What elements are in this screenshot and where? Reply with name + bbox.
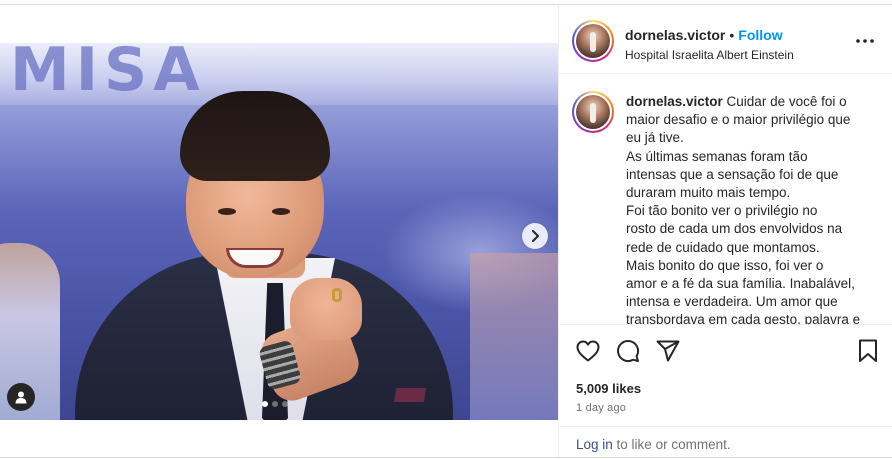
caption-line: As últimas semanas foram tão bbox=[626, 148, 876, 166]
caption-line: intensa e verdadeira. Um amor que bbox=[626, 293, 876, 311]
comment-button[interactable] bbox=[615, 338, 641, 364]
like-button[interactable] bbox=[575, 338, 601, 364]
caption-avatar[interactable] bbox=[572, 91, 614, 133]
post-actions: 5,009 likes 1 day ago Log in to like or … bbox=[559, 326, 892, 456]
left-eye bbox=[218, 208, 236, 215]
caption-username[interactable]: dornelas.victor bbox=[626, 94, 723, 109]
pocket-square bbox=[393, 388, 427, 402]
author-username[interactable]: dornelas.victor bbox=[625, 27, 725, 43]
caption-line-text: Cuidar de você foi o bbox=[726, 94, 847, 109]
caption-line: rosto de cada um dos envolvidos na bbox=[626, 220, 876, 238]
caption-line-text: duraram muito mais tempo. bbox=[626, 185, 791, 201]
post-sidebar: dornelas.victor • Follow Hospital Israelit… bbox=[558, 5, 892, 457]
post-header: dornelas.victor • Follow Hospital Israelit… bbox=[559, 5, 892, 74]
stage-banner-text: MISA bbox=[10, 43, 206, 105]
heart-icon bbox=[576, 340, 600, 362]
post-photo[interactable]: MISA bbox=[0, 43, 558, 420]
login-prompt: Log in to like or comment. bbox=[559, 426, 892, 456]
caption-line: rede de cuidado que montamos. bbox=[626, 239, 876, 257]
caption-line-text: amor e a fé da sua família. Inabalável, bbox=[626, 276, 855, 292]
login-link[interactable]: Log in bbox=[576, 437, 613, 452]
header-title-row: dornelas.victor • Follow bbox=[625, 27, 783, 45]
separator: • bbox=[729, 27, 735, 43]
ring bbox=[332, 288, 342, 302]
carousel-dot bbox=[262, 401, 268, 407]
caption-line-text: Foi tão bonito ver o privilégio no bbox=[626, 203, 818, 219]
caption-line-text: rosto de cada um dos envolvidos na bbox=[626, 221, 843, 237]
follow-button[interactable]: Follow bbox=[738, 27, 782, 43]
caption-line: eu já tive. bbox=[626, 129, 876, 147]
author-avatar[interactable] bbox=[572, 20, 614, 62]
caption-line: Mais bonito do que isso, foi ver o bbox=[626, 257, 876, 275]
caption-line-text: transbordava em cada gesto, palavra e bbox=[626, 312, 861, 325]
save-button[interactable] bbox=[855, 338, 881, 364]
caption-line-text: eu já tive. bbox=[626, 130, 684, 146]
caption-text: dornelas.victor Cuidar de você foi o maio… bbox=[626, 93, 876, 325]
raised-fist bbox=[290, 278, 362, 340]
post-timestamp[interactable]: 1 day ago bbox=[576, 402, 626, 414]
avatar-image bbox=[576, 95, 610, 129]
share-button[interactable] bbox=[655, 338, 681, 364]
carousel-dot bbox=[282, 401, 288, 407]
tagged-users-button[interactable] bbox=[7, 383, 35, 411]
instagram-post: MISA dornelas.victor • Follow Hospital I… bbox=[0, 4, 892, 458]
carousel-next-button[interactable] bbox=[522, 223, 548, 249]
carousel-dot bbox=[272, 401, 278, 407]
background-audience bbox=[470, 253, 558, 420]
post-media: MISA bbox=[0, 5, 558, 457]
caption-line-text: maior desafio e o maior privilégio que bbox=[626, 112, 851, 128]
right-eye bbox=[272, 208, 290, 215]
avatar-border bbox=[574, 22, 612, 60]
chevron-right-icon bbox=[532, 230, 539, 242]
caption-line: Foi tão bonito ver o privilégio no bbox=[626, 202, 876, 220]
user-tag-icon bbox=[15, 391, 27, 404]
bookmark-icon bbox=[859, 339, 877, 362]
caption-line: dornelas.victor Cuidar de você foi o bbox=[626, 93, 876, 111]
more-options-button[interactable] bbox=[855, 33, 875, 44]
share-icon bbox=[656, 340, 680, 362]
post-location[interactable]: Hospital Israelita Albert Einstein bbox=[625, 48, 794, 62]
likes-count[interactable]: 5,009 likes bbox=[576, 381, 641, 396]
caption-line: intensas que a sensação foi de que bbox=[626, 166, 876, 184]
caption-line: amor e a fé da sua família. Inabalável, bbox=[626, 275, 876, 293]
caption-line: transbordava em cada gesto, palavra e bbox=[626, 311, 876, 325]
caption-line-text: intensas que a sensação foi de que bbox=[626, 166, 839, 182]
login-prompt-text: to like or comment. bbox=[612, 437, 731, 452]
carousel-indicator bbox=[262, 401, 288, 407]
caption-section: dornelas.victor Cuidar de você foi o maio… bbox=[559, 75, 892, 325]
caption-line-text: rede de cuidado que montamos. bbox=[626, 239, 820, 255]
caption-line-text: As últimas semanas foram tão bbox=[626, 148, 808, 164]
caption-line-text: intensa e verdadeira. Um amor que bbox=[626, 294, 838, 310]
comment-icon bbox=[617, 340, 640, 363]
avatar-border bbox=[574, 93, 612, 131]
caption-line-text: Mais bonito do que isso, foi ver o bbox=[626, 257, 824, 273]
more-horizontal-icon bbox=[856, 39, 874, 43]
caption-line: duraram muito mais tempo. bbox=[626, 184, 876, 202]
avatar-image bbox=[576, 24, 610, 58]
caption-line: maior desafio e o maior privilégio que bbox=[626, 111, 876, 129]
